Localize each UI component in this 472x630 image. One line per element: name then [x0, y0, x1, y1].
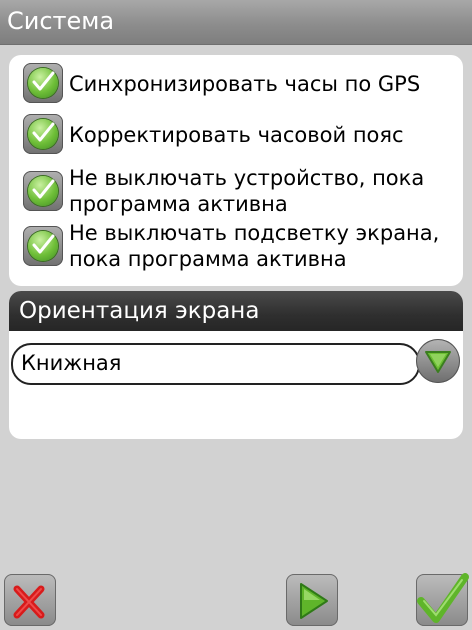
- title-bar: Система: [0, 0, 472, 45]
- next-button[interactable]: [282, 570, 342, 630]
- orientation-select[interactable]: Книжная: [11, 343, 420, 385]
- cancel-button[interactable]: [0, 570, 60, 630]
- checkbox-checked[interactable]: [23, 171, 63, 211]
- option-label: Не выключать подсветку экрана, пока прог…: [69, 221, 440, 271]
- check-icon: [32, 71, 55, 91]
- check-icon: [32, 179, 55, 199]
- check-icon: [32, 234, 55, 254]
- option-keep-device-on[interactable]: Не выключать устройство, пока программа …: [23, 165, 459, 219]
- checkbox-checked[interactable]: [23, 226, 63, 266]
- chevron-down-icon: [425, 351, 451, 373]
- confirm-button[interactable]: [412, 570, 472, 630]
- play-icon: [300, 583, 328, 619]
- options-panel: Синхронизировать часы по GPS Корректиров…: [9, 55, 463, 286]
- checkbox-checked[interactable]: [23, 63, 63, 103]
- section-title: Ориентация экрана: [19, 298, 260, 324]
- check-icon: [32, 122, 55, 142]
- checkbox-checked[interactable]: [23, 114, 63, 154]
- close-icon: [13, 585, 45, 619]
- selected-value: Книжная: [21, 351, 122, 375]
- option-keep-backlight-on[interactable]: Не выключать подсветку экрана, пока прог…: [23, 220, 459, 276]
- page-title: Система: [7, 7, 115, 35]
- option-label: Не выключать устройство, пока программа …: [69, 166, 425, 216]
- option-sync-gps-clock[interactable]: Синхронизировать часы по GPS: [23, 63, 459, 109]
- option-label: Корректировать часовой пояс: [69, 123, 404, 147]
- check-icon: [417, 573, 469, 623]
- dropdown-button[interactable]: [416, 339, 460, 383]
- orientation-panel: Ориентация экрана Книжная: [9, 291, 463, 439]
- section-header: Ориентация экрана: [9, 291, 463, 331]
- option-adjust-timezone[interactable]: Корректировать часовой пояс: [23, 114, 459, 160]
- option-label: Синхронизировать часы по GPS: [69, 72, 421, 96]
